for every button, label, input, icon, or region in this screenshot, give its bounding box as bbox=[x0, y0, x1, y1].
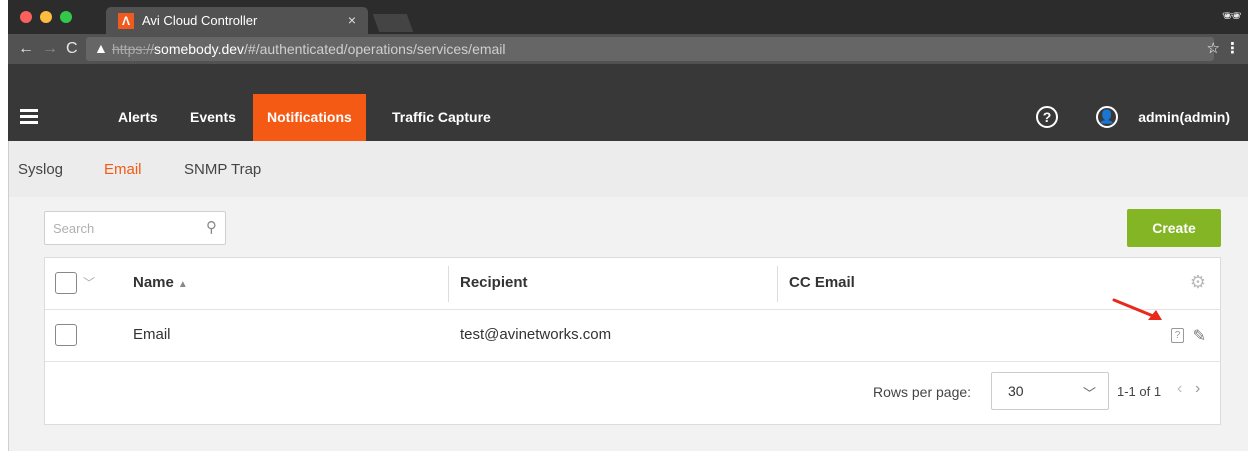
subnav-email[interactable]: Email bbox=[104, 161, 142, 178]
column-header-cc-email[interactable]: CC Email bbox=[789, 274, 855, 291]
browser-titlebar: Λ Avi Cloud Controller × 🕶 bbox=[8, 0, 1248, 34]
grid-footer: Rows per page: 30 ﹀ 1-1 of 1 ‹ › bbox=[45, 362, 1220, 424]
back-arrow-icon[interactable]: ← bbox=[18, 40, 34, 58]
maximize-window-button[interactable] bbox=[60, 11, 72, 23]
cell-recipient: test@avinetworks.com bbox=[460, 326, 612, 343]
url-bar[interactable]: ▲ https://somebody.dev/#/authenticated/o… bbox=[86, 37, 1214, 61]
browser-addressbar: ← → C ▲ https://somebody.dev/#/authentic… bbox=[8, 34, 1248, 64]
select-all-checkbox[interactable] bbox=[55, 272, 77, 294]
create-button[interactable]: Create bbox=[1127, 209, 1221, 247]
table-row[interactable]: Email test@avinetworks.com ? ✎ bbox=[45, 310, 1220, 362]
reload-icon[interactable]: C bbox=[66, 40, 78, 58]
search-box: ⚲ bbox=[44, 211, 226, 245]
next-page-icon[interactable]: › bbox=[1195, 380, 1200, 398]
cell-name: Email bbox=[133, 326, 171, 343]
nav-alerts[interactable]: Alerts bbox=[104, 94, 172, 141]
app-nav: Alerts Events Notifications Traffic Capt… bbox=[8, 64, 1248, 141]
row-checkbox[interactable] bbox=[55, 324, 77, 346]
incognito-icon: 🕶 bbox=[1221, 8, 1242, 25]
gear-icon[interactable]: ⚙ bbox=[1190, 272, 1206, 293]
column-header-recipient[interactable]: Recipient bbox=[460, 274, 528, 291]
star-icon[interactable]: ☆ bbox=[1207, 39, 1220, 57]
nav-events[interactable]: Events bbox=[176, 94, 250, 141]
help-icon[interactable]: ? bbox=[1036, 106, 1058, 128]
user-icon[interactable]: 👤 bbox=[1096, 106, 1118, 128]
grid-header: ﹀ Name ▲ Recipient CC Email ⚙ bbox=[45, 258, 1220, 310]
column-header-name[interactable]: Name ▲ bbox=[133, 274, 188, 291]
tab-title: Avi Cloud Controller bbox=[142, 13, 258, 28]
nav-notifications[interactable]: Notifications bbox=[253, 94, 366, 141]
column-divider[interactable] bbox=[448, 266, 449, 302]
warning-icon: ▲ bbox=[94, 40, 108, 56]
search-input[interactable] bbox=[45, 212, 195, 244]
url-text: https://somebody.dev/#/authenticated/ope… bbox=[112, 41, 506, 57]
main-content: ⚲ Create ﹀ Name▲ Recipient CC Email ⚙ Em… bbox=[8, 197, 1248, 451]
help-icon[interactable]: ? bbox=[1171, 328, 1184, 343]
nav-traffic-capture[interactable]: Traffic Capture bbox=[378, 94, 505, 141]
browser-tab-active[interactable]: Λ Avi Cloud Controller × bbox=[106, 7, 368, 34]
user-name[interactable]: admin(admin) bbox=[1138, 94, 1230, 141]
search-icon[interactable]: ⚲ bbox=[206, 218, 217, 236]
email-grid: ﹀ Name ▲ Recipient CC Email ⚙ Email test@… bbox=[44, 257, 1221, 425]
annotation-arrow-icon bbox=[1112, 298, 1162, 320]
new-tab-button[interactable] bbox=[372, 14, 414, 32]
sort-ascending-icon: ▲ bbox=[177, 279, 188, 290]
browser-menu-icon[interactable]: ⋮ bbox=[1225, 39, 1240, 57]
sub-nav: Syslog Email SNMP Trap bbox=[8, 141, 1248, 197]
previous-page-icon[interactable]: ‹ bbox=[1177, 380, 1182, 398]
subnav-snmp-trap[interactable]: SNMP Trap bbox=[184, 161, 261, 178]
edit-icon[interactable]: ✎ bbox=[1193, 326, 1206, 346]
page-info: 1-1 of 1 bbox=[1117, 384, 1162, 399]
close-window-button[interactable] bbox=[20, 11, 32, 23]
hamburger-icon[interactable] bbox=[20, 109, 38, 125]
chevron-down-icon: ﹀ bbox=[1082, 386, 1096, 401]
minimize-window-button[interactable] bbox=[40, 11, 52, 23]
tab-close-icon[interactable]: × bbox=[348, 12, 356, 28]
page-border bbox=[8, 141, 9, 451]
subnav-syslog[interactable]: Syslog bbox=[18, 161, 63, 178]
rows-per-page-select[interactable]: 30 ﹀ bbox=[991, 372, 1109, 410]
rows-per-page-label: Rows per page: bbox=[873, 384, 972, 400]
avi-logo-icon: Λ bbox=[118, 13, 134, 29]
rows-per-page-value: 30 bbox=[1008, 383, 1024, 399]
chevron-down-icon[interactable]: ﹀ bbox=[83, 274, 95, 291]
column-divider[interactable] bbox=[777, 266, 778, 302]
forward-arrow-icon[interactable]: → bbox=[42, 40, 58, 58]
